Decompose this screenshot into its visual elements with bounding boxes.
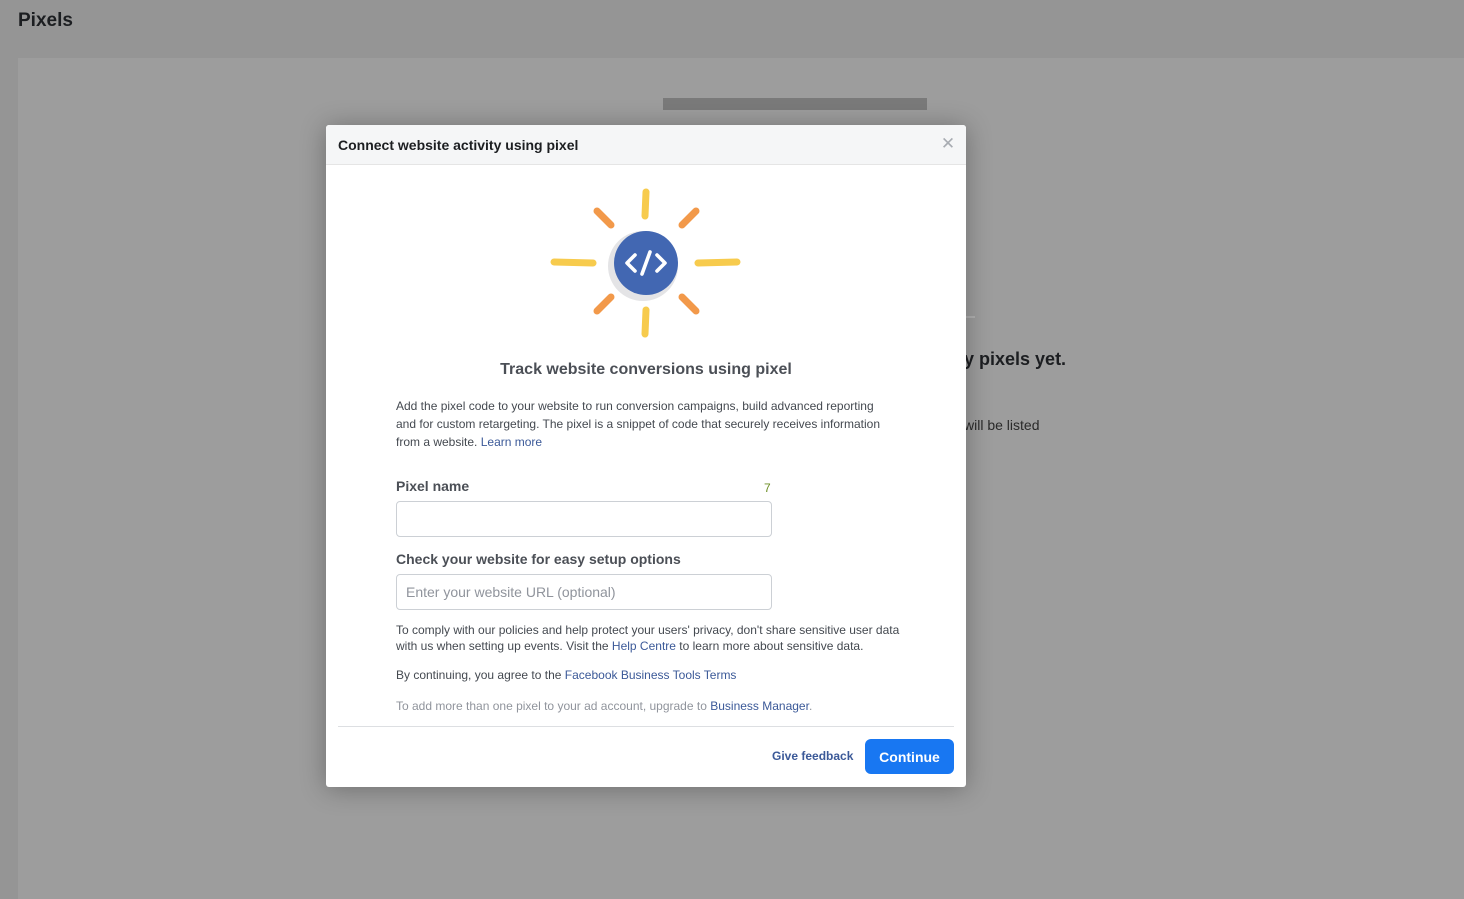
give-feedback-link[interactable]: Give feedback	[772, 749, 853, 763]
background-empty-description: will be listed	[964, 417, 1040, 433]
pixel-description: Add the pixel code to your website to ru…	[396, 397, 896, 451]
dialog-heading: Track website conversions using pixel	[500, 361, 792, 378]
ray-top-left	[593, 207, 615, 229]
help-centre-link[interactable]: Help Centre	[612, 639, 676, 653]
ray-bottom-left	[593, 293, 615, 315]
website-url-input[interactable]	[396, 574, 772, 610]
footer-divider	[338, 726, 954, 727]
ray-bottom	[641, 306, 650, 338]
privacy-note: To comply with our policies and help pro…	[396, 622, 916, 654]
upgrade-note-text: To add more than one pixel to your ad ac…	[396, 699, 707, 713]
pixel-name-input[interactable]	[396, 501, 772, 537]
business-tools-terms-link[interactable]: Facebook Business Tools Terms	[565, 668, 737, 682]
close-icon[interactable]: ✕	[939, 135, 957, 153]
background-empty-title: y pixels yet.	[964, 349, 1067, 369]
pixel-setup-dialog: Connect website activity using pixel ✕ T…	[326, 125, 966, 787]
ray-bottom-right	[678, 293, 700, 315]
upgrade-note: To add more than one pixel to your ad ac…	[396, 698, 916, 714]
learn-more-link[interactable]: Learn more	[481, 435, 542, 449]
ray-top-right	[678, 207, 700, 229]
pixel-name-label: Pixel name	[396, 478, 470, 494]
website-check-label: Check your website for easy setup option…	[396, 551, 681, 567]
privacy-note-text-end: to learn more about sensitive data.	[679, 639, 864, 653]
terms-note: By continuing, you agree to the Facebook…	[396, 667, 916, 683]
description-text: Add the pixel code to your website to ru…	[396, 399, 881, 449]
pixel-name-char-count: 7	[764, 481, 771, 495]
dialog-header: Connect website activity using pixel ✕	[326, 125, 966, 165]
upgrade-note-period: .	[808, 699, 813, 713]
terms-note-text: By continuing, you agree to the	[396, 668, 562, 682]
continue-button[interactable]: Continue	[865, 739, 954, 774]
ray-top	[641, 188, 650, 220]
background-placeholder-bar	[663, 98, 927, 110]
ray-left	[550, 258, 597, 267]
dialog-title: Connect website activity using pixel	[338, 137, 579, 153]
page-title: Pixels	[18, 10, 73, 31]
pixel-illustration	[550, 188, 741, 338]
ray-right	[694, 258, 741, 267]
business-manager-link[interactable]: Business Manager	[710, 699, 809, 713]
